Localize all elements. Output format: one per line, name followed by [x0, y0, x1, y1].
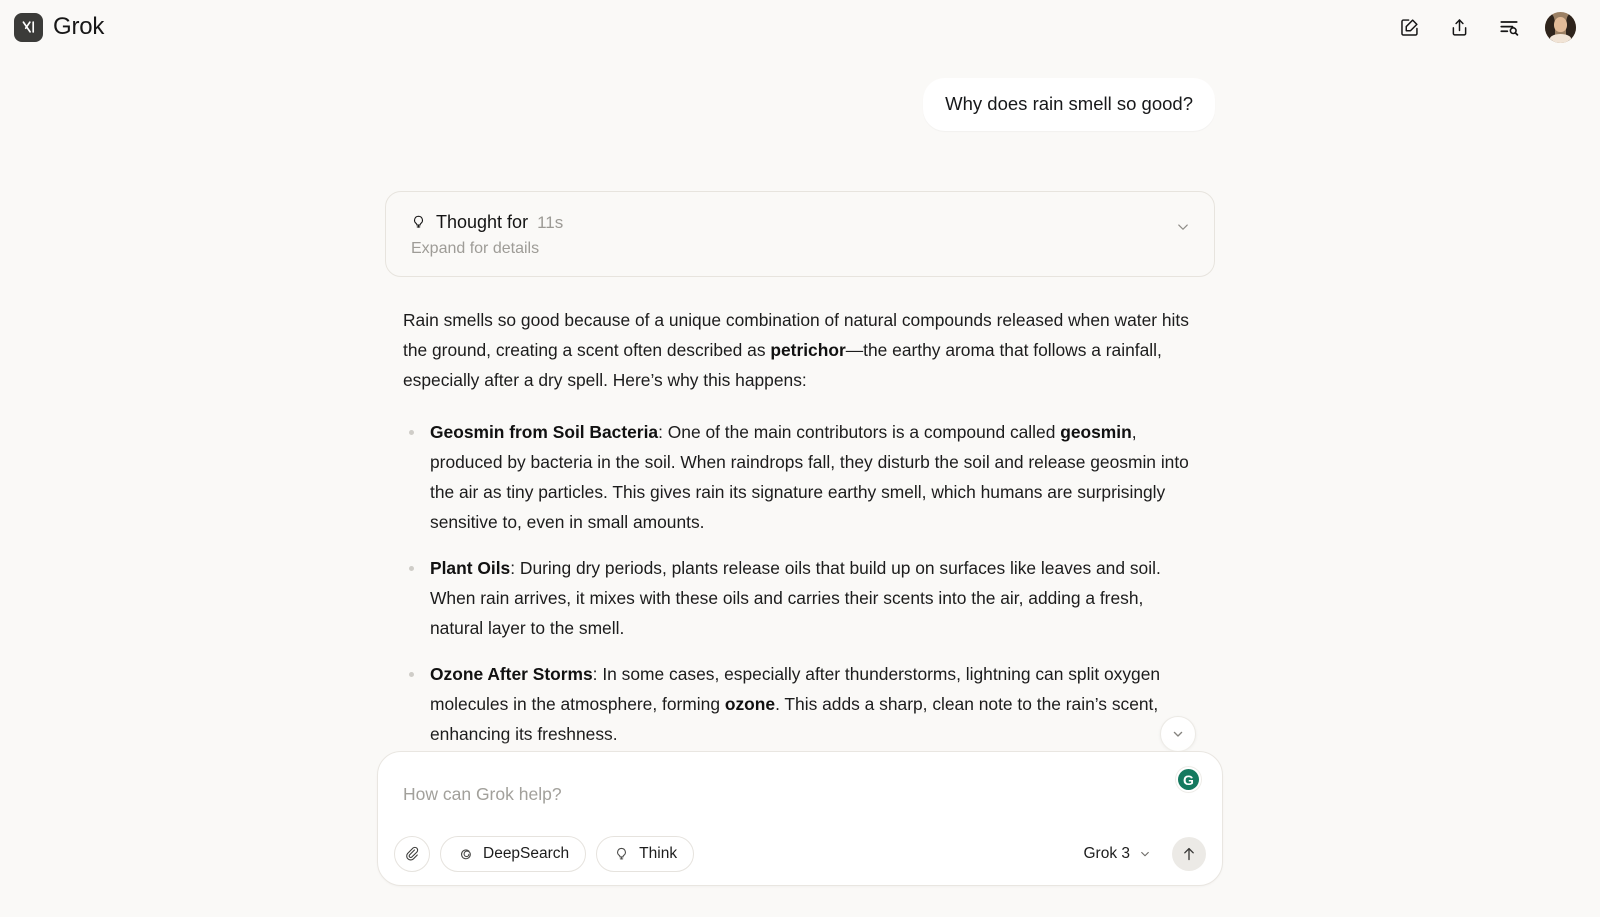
thinking-duration: 11s: [537, 212, 564, 232]
model-name: Grok 3: [1083, 845, 1130, 862]
send-button[interactable]: [1172, 837, 1206, 871]
bullet-label: Geosmin from Soil Bacteria: [430, 422, 659, 443]
chevron-down-icon: [1138, 847, 1152, 861]
message-input[interactable]: [403, 783, 1202, 805]
thinking-title: Thought for: [436, 212, 529, 233]
composer-input-row: [394, 768, 1206, 814]
avatar-body: [1550, 33, 1571, 43]
avatar[interactable]: [1545, 11, 1576, 43]
bullet-text-part1: : During dry periods, plants release oil…: [430, 558, 1161, 639]
thinking-title-row: Thought for 11s: [410, 212, 563, 233]
bullet-label: Plant Oils: [430, 558, 511, 579]
thinking-summary-text: Thought for 11s Expand for details: [410, 212, 563, 258]
attach-file-button[interactable]: [394, 836, 430, 872]
answer-intro-paragraph: Rain smells so good because of a unique …: [403, 305, 1197, 395]
bullet-text-part1: : One of the main contributors is a comp…: [658, 422, 1061, 443]
bullet-label: Ozone After Storms: [430, 664, 593, 685]
arrow-up-icon: [1180, 845, 1198, 863]
xai-logo-icon: [14, 12, 43, 42]
thinking-subtitle: Expand for details: [411, 240, 540, 258]
search-history-icon[interactable]: [1495, 13, 1523, 41]
share-icon[interactable]: [1445, 13, 1473, 41]
list-item: Plant Oils: During dry periods, plants r…: [403, 553, 1197, 643]
list-item: Ozone After Storms: In some cases, espec…: [403, 659, 1197, 749]
header-actions: [1395, 11, 1582, 43]
list-item: Geosmin from Soil Bacteria: One of the m…: [403, 417, 1197, 537]
assistant-answer: Rain smells so good because of a unique …: [385, 305, 1215, 749]
thinking-summary-card[interactable]: Thought for 11s Expand for details: [385, 191, 1215, 278]
chevron-down-icon[interactable]: [1174, 212, 1192, 236]
composer-tools-left: DeepSearch Think: [394, 836, 695, 872]
think-button[interactable]: Think: [596, 836, 695, 872]
brand-name: Grok: [53, 13, 105, 40]
brand[interactable]: Grok: [14, 12, 105, 42]
lightbulb-icon: [410, 214, 427, 231]
deepsearch-button[interactable]: DeepSearch: [440, 836, 587, 872]
lightbulb-icon: [613, 846, 630, 863]
compose-icon[interactable]: [1395, 13, 1423, 41]
bullet-inline-bold: geosmin: [1060, 422, 1132, 443]
think-label: Think: [639, 845, 678, 862]
model-selector[interactable]: Grok 3: [1081, 841, 1154, 867]
deepsearch-label: DeepSearch: [483, 845, 570, 862]
composer: G DeepSearch: [377, 751, 1223, 886]
composer-toolbar: DeepSearch Think Grok 3: [394, 836, 1206, 872]
answer-bullet-list: Geosmin from Soil Bacteria: One of the m…: [403, 417, 1197, 749]
paperclip-icon: [404, 846, 421, 863]
grammarly-icon[interactable]: G: [1178, 769, 1199, 790]
deepsearch-icon: [457, 846, 474, 863]
app-header: Grok: [0, 0, 1600, 54]
answer-intro-bold: petrichor: [770, 340, 846, 361]
user-message-row: Why does rain smell so good?: [385, 78, 1215, 132]
message-thread: Why does rain smell so good? Thought for…: [385, 54, 1215, 749]
user-message-bubble: Why does rain smell so good?: [923, 78, 1215, 132]
avatar-face: [1554, 16, 1567, 32]
composer-tools-right: Grok 3: [1081, 837, 1206, 871]
composer-area: G DeepSearch: [0, 737, 1600, 917]
bullet-inline-bold: ozone: [724, 694, 776, 715]
